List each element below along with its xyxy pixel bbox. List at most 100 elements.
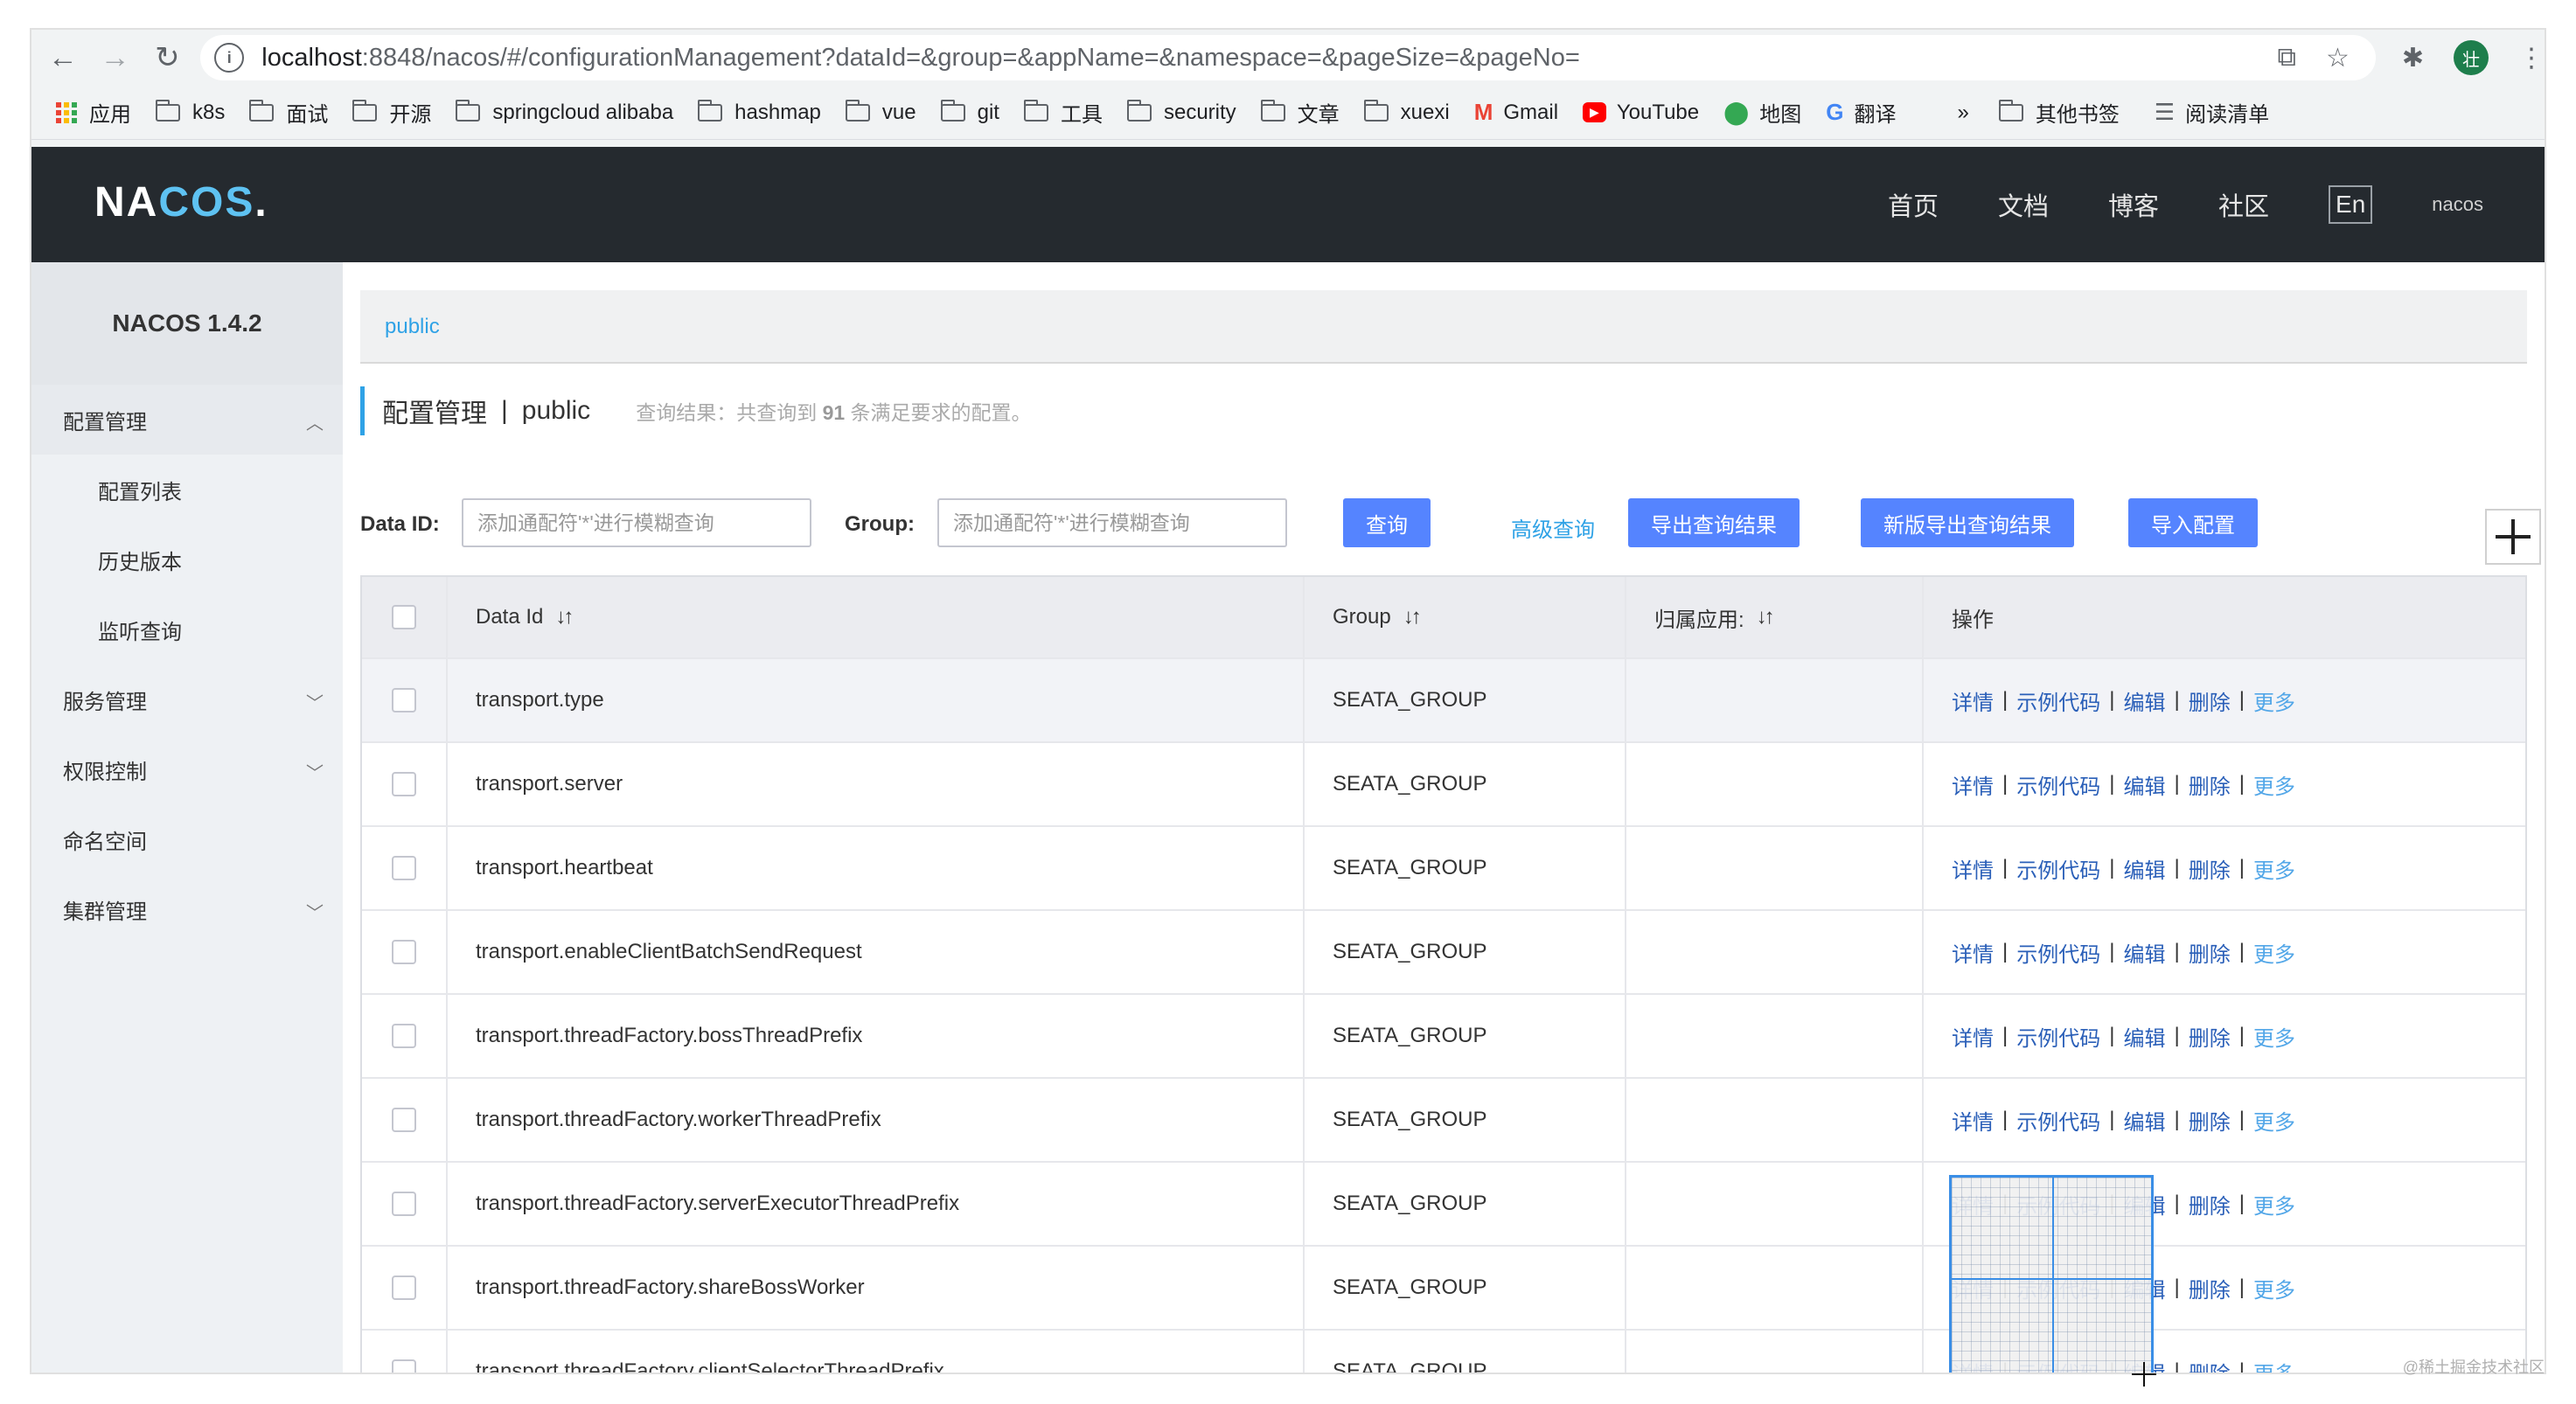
bookmark-translate[interactable]: G 翻译 <box>1826 97 1896 128</box>
op-detail-link[interactable]: 详情 <box>1952 1021 1994 1052</box>
sidebar-item-namespace[interactable]: 命名空间 <box>31 804 343 874</box>
sidebar-item-config-management[interactable]: 配置管理 ︿ <box>31 385 343 455</box>
bookmarks-overflow[interactable]: » <box>1957 101 1968 125</box>
op-more-link[interactable]: 更多 <box>2253 1189 2295 1220</box>
group-search-input[interactable] <box>937 498 1287 547</box>
bookmark-apps[interactable]: 应用 <box>56 97 131 128</box>
op-more-link[interactable]: 更多 <box>2253 1105 2295 1136</box>
row-checkbox[interactable] <box>392 772 416 796</box>
query-button[interactable]: 查询 <box>1343 498 1431 547</box>
advanced-query-link[interactable]: 高级查询 <box>1511 512 1595 543</box>
op-delete-link[interactable]: 删除 <box>2189 1357 2231 1373</box>
nav-docs[interactable]: 文档 <box>1998 186 2049 223</box>
nav-blog[interactable]: 博客 <box>2108 186 2159 223</box>
op-edit-link[interactable]: 编辑 <box>2123 853 2165 884</box>
header-data-id[interactable]: Data Id ↓↑ <box>448 577 1305 657</box>
header-app[interactable]: 归属应用: ↓↑ <box>1626 577 1924 657</box>
op-delete-link[interactable]: 删除 <box>2189 937 2231 968</box>
row-checkbox[interactable] <box>392 856 416 880</box>
nav-home[interactable]: 首页 <box>1888 186 1939 223</box>
op-delete-link[interactable]: 删除 <box>2189 1189 2231 1220</box>
other-bookmarks[interactable]: 其他书签 <box>1998 97 2120 128</box>
bookmark-maps[interactable]: ⬤ 地图 <box>1723 97 1801 128</box>
bookmark-vue[interactable]: vue <box>845 99 916 125</box>
bookmark-youtube[interactable]: ▶ YouTube <box>1583 101 1699 125</box>
nacos-logo[interactable]: NACOS. <box>94 178 268 226</box>
bookmark-springcloud[interactable]: springcloud alibaba <box>456 99 673 125</box>
op-sample-link[interactable]: 示例代码 <box>2016 1021 2100 1052</box>
sidebar-item-service-management[interactable]: 服务管理 ﹀ <box>31 664 343 734</box>
bookmark-hashmap[interactable]: hashmap <box>698 99 821 125</box>
op-edit-link[interactable]: 编辑 <box>2123 1105 2165 1136</box>
language-toggle[interactable]: En <box>2329 185 2373 224</box>
user-menu[interactable]: nacos <box>2432 193 2483 216</box>
import-config-button[interactable]: 导入配置 <box>2128 498 2258 547</box>
bookmark-xuexi[interactable]: xuexi <box>1363 99 1450 125</box>
op-more-link[interactable]: 更多 <box>2253 1357 2295 1373</box>
row-checkbox[interactable] <box>392 688 416 712</box>
select-all-checkbox[interactable] <box>392 605 416 629</box>
op-more-link[interactable]: 更多 <box>2253 937 2295 968</box>
address-bar[interactable]: i localhost:8848/nacos/#/configurationMa… <box>200 35 2376 80</box>
op-more-link[interactable]: 更多 <box>2253 853 2295 884</box>
op-delete-link[interactable]: 删除 <box>2189 769 2231 800</box>
sidebar-item-history[interactable]: 历史版本 <box>31 525 343 594</box>
op-delete-link[interactable]: 删除 <box>2189 1105 2231 1136</box>
op-sample-link[interactable]: 示例代码 <box>2016 1105 2100 1136</box>
op-sample-link[interactable]: 示例代码 <box>2016 769 2100 800</box>
new-export-results-button[interactable]: 新版导出查询结果 <box>1861 498 2074 547</box>
sidebar-item-cluster[interactable]: 集群管理 ﹀ <box>31 874 343 944</box>
sort-icon[interactable]: ↓↑ <box>1403 605 1422 629</box>
op-more-link[interactable]: 更多 <box>2253 1273 2295 1303</box>
op-sample-link[interactable]: 示例代码 <box>2016 937 2100 968</box>
bookmark-interview[interactable]: 面试 <box>249 97 328 128</box>
op-delete-link[interactable]: 删除 <box>2189 685 2231 716</box>
op-sample-link[interactable]: 示例代码 <box>2016 853 2100 884</box>
sort-icon[interactable]: ↓↑ <box>1757 605 1775 629</box>
row-checkbox[interactable] <box>392 1024 416 1048</box>
bookmark-k8s[interactable]: k8s <box>156 99 225 125</box>
reload-icon[interactable]: ↻ <box>147 37 189 79</box>
site-info-icon[interactable]: i <box>214 43 245 73</box>
op-more-link[interactable]: 更多 <box>2253 1021 2295 1052</box>
bookmark-security[interactable]: security <box>1126 99 1236 125</box>
row-checkbox[interactable] <box>392 1192 416 1216</box>
extensions-icon[interactable]: ✱ <box>2402 43 2424 73</box>
row-checkbox[interactable] <box>392 1359 416 1373</box>
translate-page-icon[interactable]: ⧉ <box>2278 43 2296 73</box>
nav-community[interactable]: 社区 <box>2218 186 2269 223</box>
namespace-public-link[interactable]: public <box>385 315 440 339</box>
op-edit-link[interactable]: 编辑 <box>2123 937 2165 968</box>
op-edit-link[interactable]: 编辑 <box>2123 685 2165 716</box>
profile-avatar[interactable]: 壮 <box>2454 40 2489 75</box>
sidebar-item-listener[interactable]: 监听查询 <box>31 594 343 664</box>
row-checkbox[interactable] <box>392 940 416 964</box>
add-config-button[interactable] <box>2485 509 2541 565</box>
forward-icon[interactable]: → <box>94 37 136 79</box>
row-checkbox[interactable] <box>392 1108 416 1132</box>
op-delete-link[interactable]: 删除 <box>2189 1273 2231 1303</box>
op-sample-link[interactable]: 示例代码 <box>2016 685 2100 716</box>
sidebar-item-config-list[interactable]: 配置列表 <box>31 455 343 525</box>
bookmark-articles[interactable]: 文章 <box>1260 97 1340 128</box>
op-delete-link[interactable]: 删除 <box>2189 1021 2231 1052</box>
op-edit-link[interactable]: 编辑 <box>2123 1021 2165 1052</box>
bookmark-gmail[interactable]: M Gmail <box>1474 99 1558 126</box>
sort-icon[interactable]: ↓↑ <box>555 605 574 629</box>
op-more-link[interactable]: 更多 <box>2253 685 2295 716</box>
op-delete-link[interactable]: 删除 <box>2189 853 2231 884</box>
op-detail-link[interactable]: 详情 <box>1952 685 1994 716</box>
back-icon[interactable]: ← <box>42 37 84 79</box>
bookmark-git[interactable]: git <box>940 99 999 125</box>
dataid-search-input[interactable] <box>462 498 811 547</box>
op-more-link[interactable]: 更多 <box>2253 769 2295 800</box>
bookmark-star-icon[interactable]: ☆ <box>2326 43 2350 73</box>
bookmark-tools[interactable]: 工具 <box>1023 97 1103 128</box>
op-detail-link[interactable]: 详情 <box>1952 1105 1994 1136</box>
op-detail-link[interactable]: 详情 <box>1952 853 1994 884</box>
menu-kebab-icon[interactable]: ⋮ <box>2518 43 2545 73</box>
row-checkbox[interactable] <box>392 1275 416 1300</box>
op-edit-link[interactable]: 编辑 <box>2123 769 2165 800</box>
header-group[interactable]: Group ↓↑ <box>1305 577 1626 657</box>
op-detail-link[interactable]: 详情 <box>1952 937 1994 968</box>
